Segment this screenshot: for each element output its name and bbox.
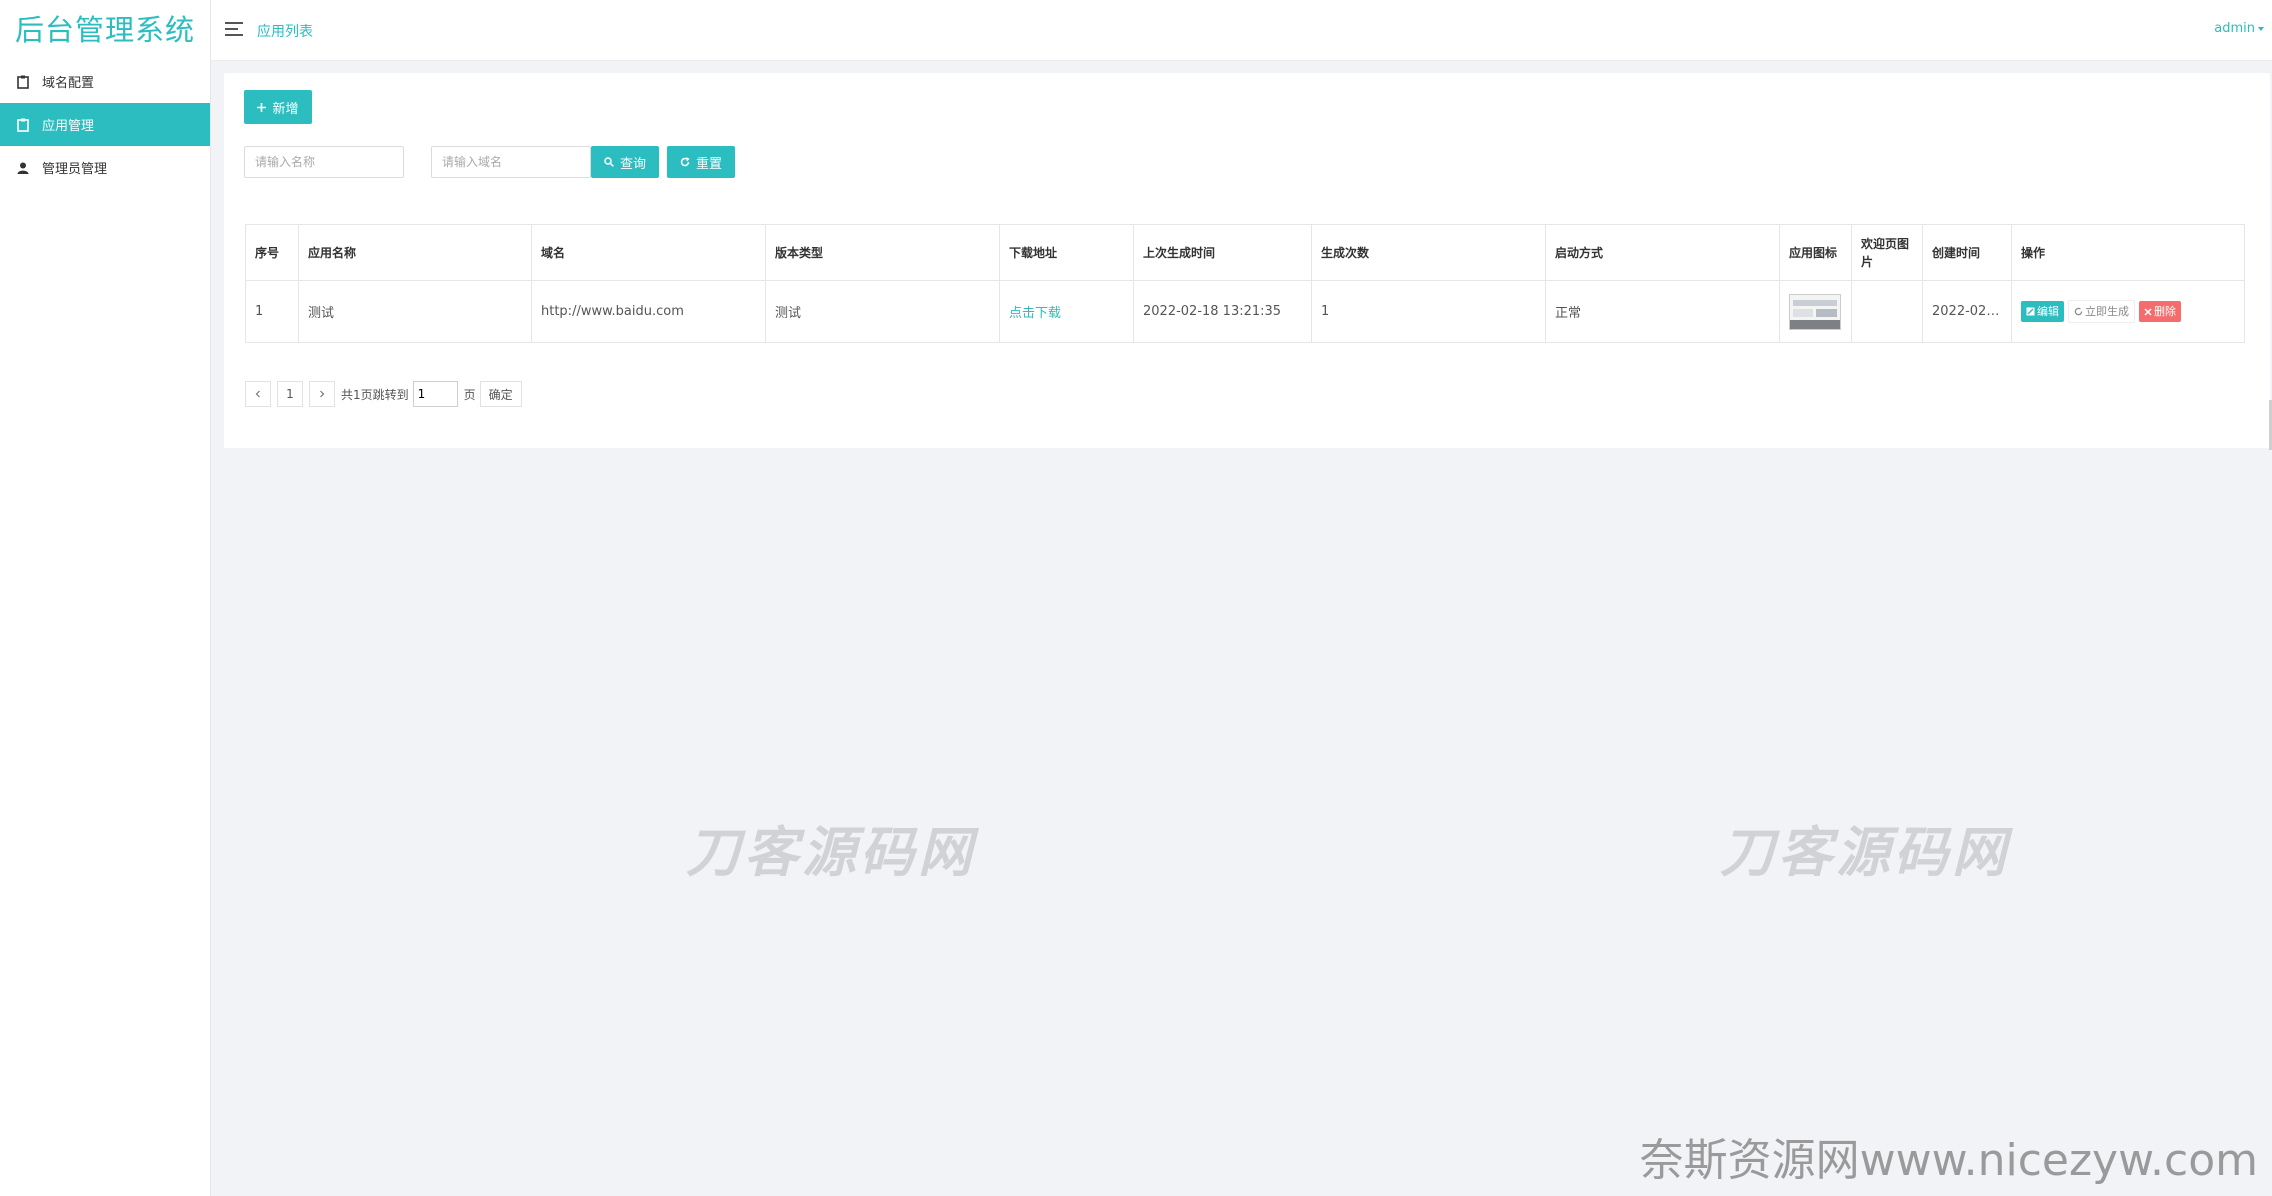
username: admin [2214, 21, 2255, 36]
cell-index: 1 [245, 280, 299, 343]
generate-now-button[interactable]: 立即生成 [2068, 300, 2135, 323]
delete-button[interactable]: 删除 [2139, 301, 2181, 322]
pagination-summary: 共1页跳转到 [341, 387, 409, 402]
sidebar-item-label: 管理员管理 [42, 162, 108, 177]
sidebar-item-label: 域名配置 [42, 76, 95, 91]
clipboard-icon [16, 118, 30, 132]
download-link[interactable]: 点击下载 [999, 280, 1134, 343]
cell-domain: http://www.baidu.com [531, 280, 766, 343]
caret-down-icon [2258, 26, 2264, 31]
column-header: 启动方式 [1545, 224, 1780, 281]
refresh-icon [680, 157, 690, 167]
edit-button-label: 编辑 [2037, 305, 2059, 318]
column-header: 应用名称 [298, 224, 532, 281]
column-header: 序号 [245, 224, 299, 281]
add-button[interactable]: 新增 [244, 90, 312, 124]
sidebar-item-domain-config[interactable]: 域名配置 [0, 60, 210, 103]
cell-actions: 编辑 立即生成 删除 [2011, 280, 2245, 343]
page-jump-input[interactable] [412, 381, 458, 407]
clipboard-icon [16, 75, 30, 89]
reset-button[interactable]: 重置 [667, 146, 735, 178]
top-header: 应用列表 admin [211, 0, 2272, 61]
sidebar-item-label: 应用管理 [42, 119, 95, 134]
chevron-right-icon [320, 390, 325, 398]
column-header: 域名 [531, 224, 766, 281]
cell-welcome-image [1851, 280, 1923, 343]
table-row: 1 测试 http://www.baidu.com 测试 点击下载 2022-0… [245, 280, 2245, 343]
sidebar: 后台管理系统 域名配置 应用管理 管理员管理 [0, 0, 211, 1196]
edit-icon [2026, 307, 2035, 316]
cell-app-icon [1779, 280, 1852, 343]
cell-last-generated: 2022-02-18 13:21:35 [1133, 280, 1312, 343]
page-unit-label: 页 [463, 387, 476, 402]
edit-button[interactable]: 编辑 [2021, 301, 2064, 322]
menu-toggle-icon[interactable] [225, 22, 243, 36]
sidebar-item-admin-management[interactable]: 管理员管理 [0, 146, 210, 189]
column-header: 创建时间 [1922, 224, 2012, 281]
delete-button-label: 删除 [2154, 305, 2176, 318]
cell-generate-count: 1 [1311, 280, 1546, 343]
user-menu[interactable]: admin [2214, 21, 2264, 36]
cell-version-type: 测试 [765, 280, 1000, 343]
refresh-icon [2074, 307, 2083, 316]
pagination: 1 共1页跳转到 页 确定 [245, 381, 522, 407]
cell-app-name: 测试 [298, 280, 532, 343]
breadcrumb: 应用列表 [257, 24, 313, 40]
sidebar-item-app-management[interactable]: 应用管理 [0, 103, 210, 146]
column-header: 下载地址 [999, 224, 1134, 281]
table-header-row: 序号 应用名称 域名 版本类型 下载地址 上次生成时间 生成次数 启动方式 应用… [245, 224, 2245, 281]
generate-now-label: 立即生成 [2085, 305, 2129, 318]
cell-launch-mode: 正常 [1545, 280, 1780, 343]
next-page-button[interactable] [309, 381, 335, 407]
user-icon [16, 161, 30, 175]
add-button-label: 新增 [272, 101, 299, 117]
query-button[interactable]: 查询 [591, 146, 659, 178]
search-icon [604, 157, 614, 167]
column-header: 操作 [2011, 224, 2245, 281]
page-number-button[interactable]: 1 [277, 381, 303, 407]
app-table: 序号 应用名称 域名 版本类型 下载地址 上次生成时间 生成次数 启动方式 应用… [245, 224, 2245, 343]
column-header: 欢迎页图片 [1851, 224, 1923, 281]
column-header: 上次生成时间 [1133, 224, 1312, 281]
watermark-bottom: 奈斯资源网www.nicezyw.com [1639, 1135, 2258, 1186]
app-icon-thumbnail[interactable] [1789, 293, 1841, 330]
watermark-center-right: 刀客源码网 [1720, 821, 2010, 884]
column-header: 应用图标 [1779, 224, 1852, 281]
app-logo-title: 后台管理系统 [14, 13, 195, 47]
reset-button-label: 重置 [695, 156, 722, 172]
page-jump-confirm-button[interactable]: 确定 [479, 381, 522, 407]
watermark-center-left: 刀客源码网 [686, 821, 976, 884]
close-icon [2144, 307, 2152, 316]
content-card: 新增 查询 重置 序号 应用名称 域名 版本类型 下载地址 上次生成时间 生成次… [224, 73, 2270, 448]
column-header: 版本类型 [765, 224, 1000, 281]
name-search-input[interactable] [244, 146, 404, 178]
plus-icon [257, 102, 267, 112]
query-button-label: 查询 [619, 156, 646, 172]
column-header: 生成次数 [1311, 224, 1546, 281]
prev-page-button[interactable] [245, 381, 271, 407]
domain-search-input[interactable] [431, 146, 591, 178]
cell-created: 2022-02-... [1922, 280, 2012, 343]
chevron-left-icon [255, 390, 260, 398]
